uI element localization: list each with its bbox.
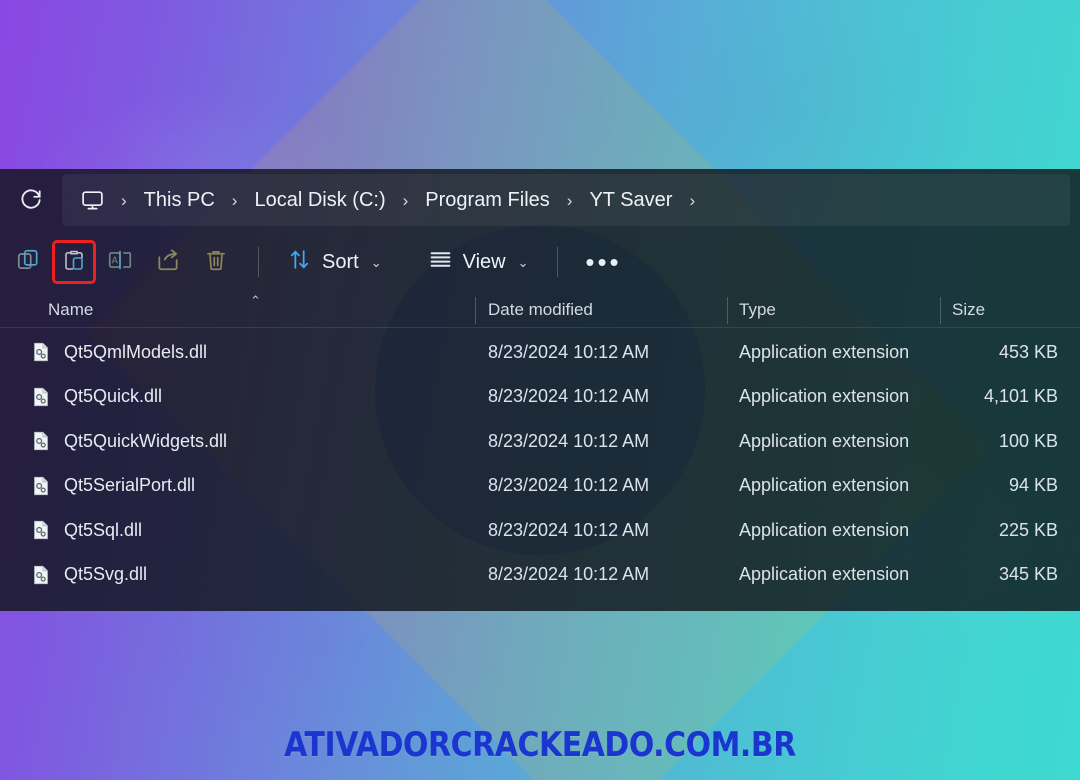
breadcrumb-item-this-pc[interactable]: This PC (136, 186, 223, 215)
file-date-cell: 8/23/2024 10:12 AM (488, 386, 650, 407)
column-header-name[interactable]: Name ⌃ (0, 293, 475, 328)
table-row[interactable]: Qt5Svg.dll 8/23/2024 10:12 AM Applicatio… (0, 553, 1080, 598)
table-row[interactable]: Qt5QuickWidgets.dll 8/23/2024 10:12 AM A… (0, 419, 1080, 464)
column-header-size-label: Size (952, 300, 986, 319)
chevron-down-icon: ⌄ (370, 254, 382, 270)
file-date-cell: 8/23/2024 10:12 AM (488, 564, 650, 585)
chevron-down-icon: ⌄ (517, 254, 529, 270)
delete-button[interactable] (192, 240, 240, 284)
breadcrumb-separator: › (231, 190, 238, 210)
file-date-cell: 8/23/2024 10:12 AM (488, 430, 650, 451)
sort-button[interactable]: Sort ⌄ (277, 240, 392, 284)
file-name-cell[interactable]: Qt5Sql.dll (0, 508, 475, 553)
column-header-date-label: Date modified (488, 300, 593, 319)
file-name: Qt5Quick.dll (64, 386, 163, 407)
breadcrumb-separator-trailing[interactable]: › (680, 192, 704, 209)
view-label: View (462, 250, 506, 273)
delete-trash-icon (203, 247, 229, 278)
file-date-cell: 8/23/2024 10:12 AM (488, 519, 650, 540)
file-size-cell: 225 KB (998, 519, 1058, 540)
file-name: Qt5SerialPort.dll (64, 475, 196, 496)
column-headers: Name ⌃ Date modified Type Size (0, 293, 1080, 328)
file-type-cell: Application extension (739, 341, 910, 362)
file-name-cell[interactable]: Qt5Svg.dll (0, 553, 475, 598)
site-watermark: ATIVADORCRACKEADO.COM.BR (284, 725, 796, 765)
paste-icon (62, 248, 86, 277)
address-bar: › This PC › Local Disk (C:) › Program Fi… (0, 169, 1080, 231)
this-pc-monitor-icon[interactable] (72, 180, 112, 220)
file-date-cell: 8/23/2024 10:12 AM (488, 341, 650, 362)
column-header-date-modified[interactable]: Date modified (475, 293, 727, 328)
more-options-button[interactable]: ••• (576, 240, 632, 284)
file-size-cell: 94 KB (1008, 475, 1058, 496)
file-size-cell: 4,101 KB (983, 386, 1058, 407)
breadcrumb-item-program-files[interactable]: Program Files (417, 186, 557, 215)
file-name-cell[interactable]: Qt5QuickWidgets.dll (0, 419, 475, 464)
breadcrumb-separator: › (566, 190, 573, 210)
file-name: Qt5Svg.dll (64, 564, 148, 585)
command-bar: A Sort ⌄ View ⌄ ••• (0, 231, 1080, 293)
screenshot-root: › This PC › Local Disk (C:) › Program Fi… (0, 0, 1080, 780)
file-type-cell: Application extension (739, 519, 910, 540)
file-date-cell: 8/23/2024 10:12 AM (488, 475, 650, 496)
table-row[interactable]: Qt5Quick.dll 8/23/2024 10:12 AM Applicat… (0, 375, 1080, 420)
table-row[interactable]: Qt5QmlModels.dll 8/23/2024 10:12 AM Appl… (0, 330, 1080, 375)
file-type-cell: Application extension (739, 475, 910, 496)
dll-file-icon (30, 519, 52, 541)
table-row[interactable]: Qt5Sql.dll 8/23/2024 10:12 AM Applicatio… (0, 508, 1080, 553)
dll-file-icon (30, 341, 52, 363)
file-size-cell: 453 KB (998, 341, 1058, 362)
command-bar-divider-2 (556, 247, 558, 277)
file-type-cell: Application extension (739, 564, 910, 585)
dll-file-icon (30, 430, 52, 452)
svg-text:A: A (112, 255, 119, 266)
command-bar-divider-1 (258, 247, 259, 277)
file-name-cell[interactable]: Qt5SerialPort.dll (0, 464, 475, 509)
view-button[interactable]: View ⌄ (418, 240, 539, 284)
share-icon (155, 247, 181, 278)
paste-button[interactable] (52, 240, 96, 284)
sort-ascending-caret-icon: ⌃ (250, 292, 261, 308)
column-header-size[interactable]: Size (940, 293, 1080, 328)
file-name: Qt5QmlModels.dll (64, 341, 208, 362)
column-header-type[interactable]: Type (727, 293, 940, 328)
file-type-cell: Application extension (739, 430, 910, 451)
dll-file-icon (30, 475, 52, 497)
rename-button[interactable]: A (96, 240, 144, 284)
dll-file-icon (30, 564, 52, 586)
breadcrumb-item-local-disk-c[interactable]: Local Disk (C:) (246, 186, 393, 215)
sort-label: Sort (322, 250, 359, 273)
breadcrumb-item-yt-saver[interactable]: YT Saver (581, 186, 680, 215)
column-header-type-label: Type (739, 300, 776, 319)
file-name-cell[interactable]: Qt5Quick.dll (0, 375, 475, 420)
sort-arrows-icon (287, 247, 312, 277)
table-row[interactable]: Qt5SerialPort.dll 8/23/2024 10:12 AM App… (0, 464, 1080, 509)
file-name-cell[interactable]: Qt5QmlModels.dll (0, 330, 475, 375)
file-type-cell: Application extension (739, 386, 910, 407)
copy-icon (15, 247, 41, 278)
refresh-icon[interactable] (0, 169, 62, 231)
file-explorer-window: › This PC › Local Disk (C:) › Program Fi… (0, 169, 1080, 611)
dll-file-icon (30, 386, 52, 408)
view-list-icon (428, 247, 453, 277)
file-size-cell: 345 KB (998, 564, 1058, 585)
breadcrumb-separator: › (121, 190, 127, 210)
copy-button[interactable] (4, 240, 52, 284)
column-header-name-label: Name (48, 300, 94, 319)
file-name: Qt5QuickWidgets.dll (64, 430, 228, 451)
rename-icon: A (107, 247, 133, 278)
breadcrumb-separator: › (402, 190, 409, 210)
file-size-cell: 100 KB (998, 430, 1058, 451)
share-button[interactable] (144, 240, 192, 284)
breadcrumb[interactable]: › This PC › Local Disk (C:) › Program Fi… (62, 174, 1070, 226)
file-name: Qt5Sql.dll (64, 519, 143, 540)
file-list: Qt5QmlModels.dll 8/23/2024 10:12 AM Appl… (0, 328, 1080, 597)
